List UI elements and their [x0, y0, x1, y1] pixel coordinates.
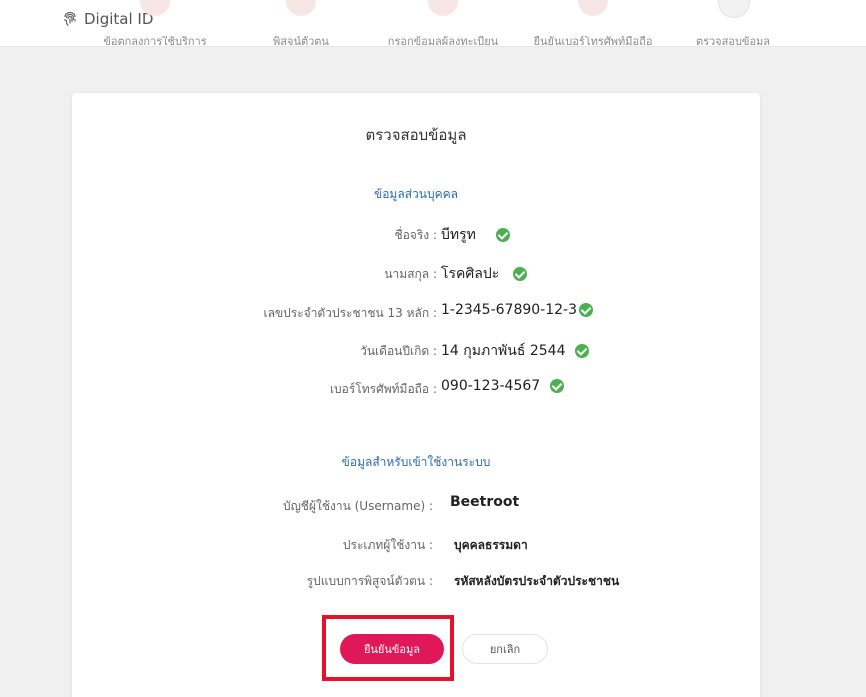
last-name-value-wrap: โรคศิลปะ — [441, 263, 528, 285]
header-divider — [0, 46, 866, 47]
username-label: บัญชีผู้ใช้งาน (Username) : — [282, 499, 433, 513]
system-info-heading: ข้อมูลสำหรับเข้าใช้งานระบบ — [341, 455, 491, 469]
verified-check-icon — [513, 267, 528, 281]
user-type-label: ประเภทผู้ใช้งาน : — [342, 538, 433, 552]
verified-check-icon — [579, 303, 594, 317]
step-5-label: ตรวจสอบข้อมูล — [695, 36, 771, 45]
review-card: ตรวจสอบข้อมูล ข้อมูลส่วนบุคคล ชื่อจริง :… — [72, 93, 760, 697]
mobile-row: เบอร์โทรศัพท์มือถือ : 090-123-4567 — [72, 378, 760, 398]
birth-date-label: วันเดือนปีเกิด : — [360, 344, 437, 358]
username-value: Beetroot — [450, 494, 520, 510]
step-2-indicator — [286, 0, 316, 16]
step-5-indicator — [718, 0, 750, 18]
top-header: Digital ID ข้อตกลงการใช้บริการ พิสูจน์ตั… — [0, 0, 866, 46]
step-1-label: ข้อตกลงการใช้บริการ — [103, 36, 207, 45]
step-3-indicator — [428, 0, 458, 16]
birth-date-value: 14 กุมภาพันธ์ 2544 — [441, 343, 566, 359]
auth-method-label: รูปแบบการพิสูจน์ตัวตน : — [306, 574, 433, 588]
verified-check-icon — [495, 228, 510, 242]
first-name-row: ชื่อจริง : บีทรูท — [72, 224, 760, 244]
last-name-label: นามสกุล : — [384, 267, 437, 281]
birth-date-row: วันเดือนปีเกิด : 14 กุมภาพันธ์ 2544 — [72, 340, 760, 360]
first-name-label: ชื่อจริง : — [394, 228, 437, 242]
citizen-id-value: 1-2345-67890-12-3 — [441, 302, 578, 318]
birth-date-value-wrap: 14 กุมภาพันธ์ 2544 — [441, 340, 590, 362]
page: Digital ID ข้อตกลงการใช้บริการ พิสูจน์ตั… — [0, 0, 866, 697]
step-4-indicator — [578, 0, 608, 16]
step-2-label: พิสูจน์ตัวตน — [273, 36, 329, 45]
card-title: ตรวจสอบข้อมูล — [365, 126, 467, 144]
confirm-button[interactable]: ยืนยันข้อมูล — [340, 634, 444, 664]
mobile-value: 090-123-4567 — [441, 378, 541, 394]
mobile-value-wrap: 090-123-4567 — [441, 378, 565, 394]
step-3-label: กรอกข้อมูลผู้ลงทะเบียน — [387, 36, 499, 45]
brand-logo[interactable]: Digital ID — [62, 10, 153, 28]
mobile-label: เบอร์โทรศัพท์มือถือ : — [329, 382, 437, 396]
last-name-row: นามสกุล : โรคศิลปะ — [72, 263, 760, 283]
user-type-value: บุคคลธรรมดา — [454, 538, 528, 552]
last-name-value: โรคศิลปะ — [441, 266, 500, 282]
citizen-id-value-wrap: 1-2345-67890-12-3 — [441, 302, 594, 318]
cancel-button[interactable]: ยกเลิก — [462, 634, 548, 664]
step-4-label: ยืนยันเบอร์โทรศัพท์มือถือ — [533, 36, 653, 45]
fingerprint-icon — [64, 11, 76, 27]
personal-info-heading: ข้อมูลส่วนบุคคล — [374, 187, 458, 201]
first-name-value: บีทรูท — [441, 227, 476, 243]
first-name-value-wrap: บีทรูท — [441, 224, 510, 246]
verified-check-icon — [550, 379, 565, 393]
auth-method-value: รหัสหลังบัตรประจำตัวประชาชน — [454, 574, 620, 588]
citizen-id-row: เลขประจำตัวประชาชน 13 หลัก : 1-2345-6789… — [72, 302, 760, 322]
citizen-id-label: เลขประจำตัวประชาชน 13 หลัก : — [263, 306, 438, 320]
brand-name: Digital ID — [84, 10, 154, 28]
verified-check-icon — [575, 344, 590, 358]
